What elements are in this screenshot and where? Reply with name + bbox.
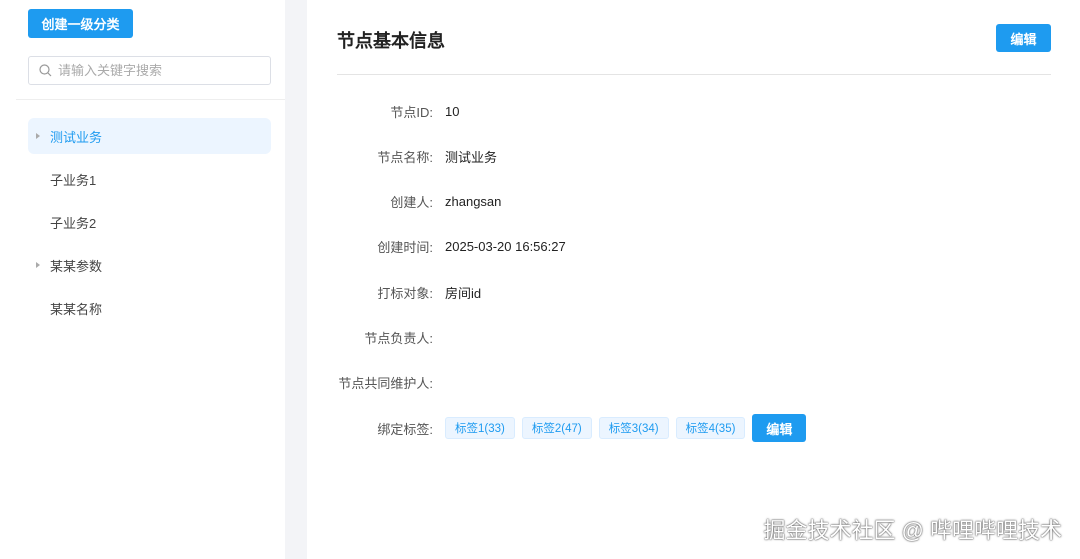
edit-button[interactable]: 编辑 — [996, 24, 1051, 52]
search-box[interactable] — [28, 56, 271, 85]
tree-node-label: 子业务1 — [50, 172, 97, 188]
tag: 标签4(35) — [675, 417, 746, 439]
create-category-button[interactable]: 创建一级分类 — [28, 9, 133, 38]
divider — [16, 99, 285, 100]
divider — [337, 74, 1051, 75]
field-label: 节点名称: — [377, 149, 433, 165]
field-row: 创建人: zhangsan — [307, 191, 501, 211]
field-row: 节点负责人: — [307, 327, 445, 347]
field-label: 节点负责人: — [364, 330, 433, 346]
tag: 标签2(47) — [521, 417, 592, 439]
caret-right-icon[interactable] — [36, 133, 40, 139]
tags-row: 绑定标签: 标签1(33) 标签2(47) 标签3(34) 标签4(35) 编辑 — [307, 414, 807, 442]
field-value: zhangsan — [445, 193, 502, 209]
field-value: 房间id — [445, 285, 482, 301]
field-row: 创建时间: 2025-03-20 16:56:27 — [307, 236, 566, 256]
field-row: 节点ID: 10 — [307, 101, 459, 121]
field-label: 创建时间: — [377, 239, 433, 255]
field-value: 10 — [445, 103, 460, 119]
tree-node-label: 测试业务 — [50, 129, 103, 145]
search-input[interactable] — [58, 63, 258, 78]
tree-node[interactable]: 某某名称 — [28, 290, 271, 326]
field-value: 测试业务 — [445, 149, 498, 165]
edit-tags-button[interactable]: 编辑 — [752, 414, 807, 442]
tree-node[interactable]: 子业务1 — [28, 161, 271, 197]
field-value: 2025-03-20 16:56:27 — [445, 238, 566, 254]
field-label: 创建人: — [390, 194, 433, 210]
tree-node-label: 子业务2 — [50, 215, 97, 231]
watermark: 掘金技术社区 @ 哔哩哔哩技术 — [763, 518, 1062, 543]
field-label: 打标对象: — [377, 285, 433, 301]
category-tree: 测试业务 子业务1 子业务2 某某参数 某某名称 — [28, 118, 271, 333]
tree-node-label: 某某参数 — [50, 258, 103, 274]
search-icon — [39, 64, 52, 77]
sidebar: 创建一级分类 测试业务 子业务1 子业务2 某某参数 某某名称 — [0, 0, 285, 559]
field-row: 打标对象: 房间id — [307, 282, 481, 302]
field-label: 绑定标签: — [377, 421, 433, 437]
field-row: 节点共同维护人: — [307, 372, 445, 392]
field-label: 节点共同维护人: — [338, 375, 433, 391]
tag: 标签1(33) — [445, 417, 515, 439]
field-row: 节点名称: 测试业务 — [307, 146, 497, 166]
detail-panel: 节点基本信息 编辑 节点ID: 10 节点名称: 测试业务 创建人: zhangsan… — [307, 0, 1080, 559]
field-label: 节点ID: — [390, 104, 433, 120]
tree-node[interactable]: 测试业务 — [28, 118, 271, 154]
tree-node[interactable]: 某某参数 — [28, 247, 271, 283]
tree-node-label: 某某名称 — [50, 301, 103, 317]
caret-right-icon[interactable] — [36, 262, 40, 268]
tag: 标签3(34) — [598, 417, 669, 439]
page-title: 节点基本信息 — [337, 31, 445, 51]
tree-node[interactable]: 子业务2 — [28, 204, 271, 240]
